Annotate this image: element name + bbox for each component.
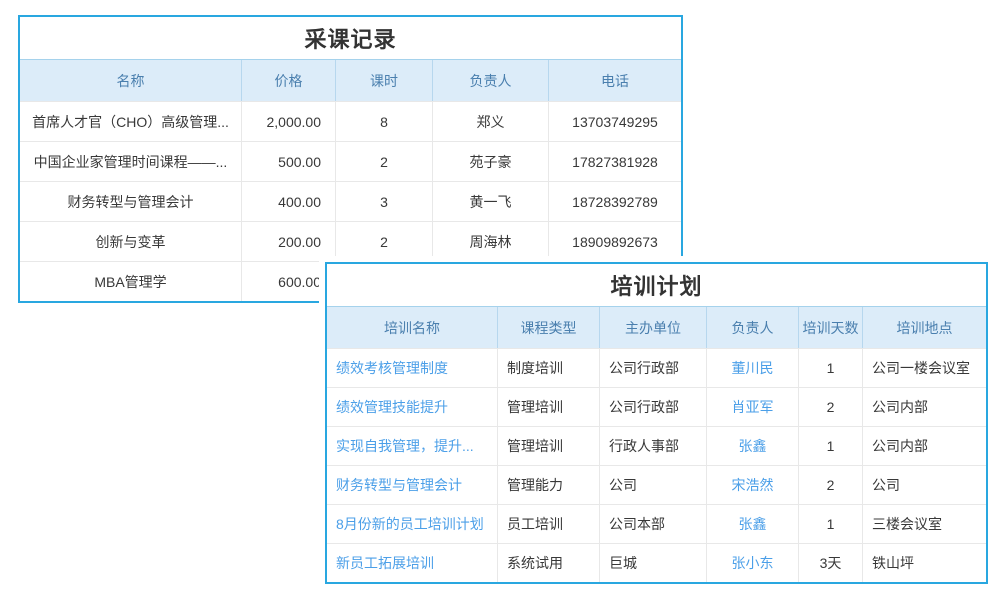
training-name-link[interactable]: 新员工拓展培训 xyxy=(327,544,498,582)
table-row: 绩效管理技能提升 管理培训 公司行政部 肖亚军 2 公司内部 xyxy=(327,387,986,426)
cell-organizer: 公司行政部 xyxy=(600,388,707,426)
cell-location: 公司 xyxy=(863,466,986,504)
table-row: 财务转型与管理会计 400.00 3 黄一飞 18728392789 xyxy=(20,181,681,221)
cell-price: 500.00 xyxy=(242,142,336,181)
training-name-link[interactable]: 实现自我管理，提升... xyxy=(327,427,498,465)
cell-course-name: 财务转型与管理会计 xyxy=(20,182,242,221)
cell-days: 2 xyxy=(799,388,863,426)
training-name-link[interactable]: 8月份新的员工培训计划 xyxy=(327,505,498,543)
cell-location: 三楼会议室 xyxy=(863,505,986,543)
header-days: 培训天数 xyxy=(799,307,863,348)
cell-organizer: 行政人事部 xyxy=(600,427,707,465)
table-row: 实现自我管理，提升... 管理培训 行政人事部 张鑫 1 公司内部 xyxy=(327,426,986,465)
table-row: 新员工拓展培训 系统试用 巨城 张小东 3天 铁山坪 xyxy=(327,543,986,582)
header-organizer: 主办单位 xyxy=(600,307,707,348)
header-course-type: 课程类型 xyxy=(498,307,600,348)
cell-phone: 18728392789 xyxy=(549,182,681,221)
cell-course-name: 创新与变革 xyxy=(20,222,242,261)
cell-course-type: 管理能力 xyxy=(498,466,600,504)
table-row: 创新与变革 200.00 2 周海林 18909892673 xyxy=(20,221,681,261)
cell-course-type: 员工培训 xyxy=(498,505,600,543)
table-row: 首席人才官（CHO）高级管理... 2,000.00 8 郑义 13703749… xyxy=(20,101,681,141)
header-name: 名称 xyxy=(20,60,242,101)
training-plan-card: 培训计划 培训名称 课程类型 主办单位 负责人 培训天数 培训地点 绩效考核管理… xyxy=(319,256,994,590)
cell-course-name: 中国企业家管理时间课程——... xyxy=(20,142,242,181)
training-plan-table: 培训计划 培训名称 课程类型 主办单位 负责人 培训天数 培训地点 绩效考核管理… xyxy=(325,262,988,584)
cell-price: 400.00 xyxy=(242,182,336,221)
header-owner: 负责人 xyxy=(707,307,799,348)
header-training-name: 培训名称 xyxy=(327,307,498,348)
cell-course-type: 管理培训 xyxy=(498,427,600,465)
owner-link[interactable]: 宋浩然 xyxy=(707,466,799,504)
cell-location: 公司内部 xyxy=(863,388,986,426)
cell-course-type: 系统试用 xyxy=(498,544,600,582)
cell-days: 1 xyxy=(799,505,863,543)
header-hours: 课时 xyxy=(336,60,433,101)
training-header-row: 培训名称 课程类型 主办单位 负责人 培训天数 培训地点 xyxy=(327,306,986,348)
table-row: 财务转型与管理会计 管理能力 公司 宋浩然 2 公司 xyxy=(327,465,986,504)
cell-location: 公司内部 xyxy=(863,427,986,465)
cell-organizer: 巨城 xyxy=(600,544,707,582)
cell-owner: 黄一飞 xyxy=(433,182,549,221)
cell-hours: 2 xyxy=(336,142,433,181)
table-row: 8月份新的员工培训计划 员工培训 公司本部 张鑫 1 三楼会议室 xyxy=(327,504,986,543)
cell-organizer: 公司 xyxy=(600,466,707,504)
cell-organizer: 公司本部 xyxy=(600,505,707,543)
cell-location: 公司一楼会议室 xyxy=(863,349,986,387)
owner-link[interactable]: 张鑫 xyxy=(707,505,799,543)
training-name-link[interactable]: 绩效管理技能提升 xyxy=(327,388,498,426)
cell-days: 1 xyxy=(799,349,863,387)
table-row: 中国企业家管理时间课程——... 500.00 2 苑子豪 1782738192… xyxy=(20,141,681,181)
cell-hours: 3 xyxy=(336,182,433,221)
header-phone: 电话 xyxy=(549,60,681,101)
header-price: 价格 xyxy=(242,60,336,101)
cell-course-type: 制度培训 xyxy=(498,349,600,387)
cell-course-type: 管理培训 xyxy=(498,388,600,426)
purchase-table-title: 采课记录 xyxy=(20,17,681,59)
cell-days: 2 xyxy=(799,466,863,504)
owner-link[interactable]: 肖亚军 xyxy=(707,388,799,426)
purchase-header-row: 名称 价格 课时 负责人 电话 xyxy=(20,59,681,101)
cell-phone: 13703749295 xyxy=(549,102,681,141)
training-table-title: 培训计划 xyxy=(327,264,986,306)
training-name-link[interactable]: 绩效考核管理制度 xyxy=(327,349,498,387)
cell-location: 铁山坪 xyxy=(863,544,986,582)
cell-price: 2,000.00 xyxy=(242,102,336,141)
cell-phone: 17827381928 xyxy=(549,142,681,181)
cell-owner: 苑子豪 xyxy=(433,142,549,181)
cell-course-name: 首席人才官（CHO）高级管理... xyxy=(20,102,242,141)
table-row: 绩效考核管理制度 制度培训 公司行政部 董川民 1 公司一楼会议室 xyxy=(327,348,986,387)
cell-course-name: MBA管理学 xyxy=(20,262,242,301)
owner-link[interactable]: 董川民 xyxy=(707,349,799,387)
header-owner: 负责人 xyxy=(433,60,549,101)
cell-days: 1 xyxy=(799,427,863,465)
cell-owner: 郑义 xyxy=(433,102,549,141)
header-location: 培训地点 xyxy=(863,307,986,348)
owner-link[interactable]: 张小东 xyxy=(707,544,799,582)
training-name-link[interactable]: 财务转型与管理会计 xyxy=(327,466,498,504)
owner-link[interactable]: 张鑫 xyxy=(707,427,799,465)
cell-organizer: 公司行政部 xyxy=(600,349,707,387)
cell-days: 3天 xyxy=(799,544,863,582)
cell-hours: 8 xyxy=(336,102,433,141)
